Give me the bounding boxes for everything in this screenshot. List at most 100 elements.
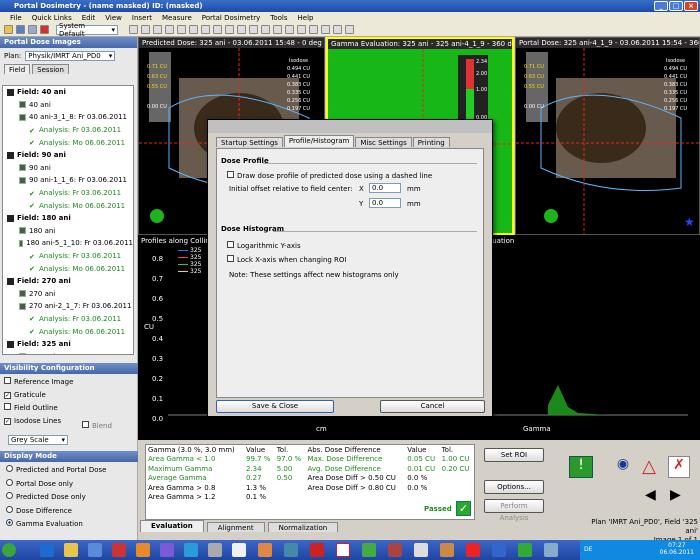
menu-item-quick-links[interactable]: Quick Links — [32, 14, 72, 22]
dashed-profile-checkbox[interactable]: Draw dose profile of predicted dose usin… — [227, 171, 432, 180]
plan-select[interactable]: Physik/IMRT Ani_PD0 ▾ — [25, 51, 116, 61]
tree-analysis-node[interactable]: ✔ Analysis: Mo 06.06.2011 — [3, 136, 133, 149]
roi-icon[interactable] — [189, 25, 198, 34]
tree-analysis-node[interactable]: ✔ Analysis: Fr 03.06.2011 — [3, 250, 133, 263]
workspace-select[interactable]: System Default ▾ — [56, 22, 118, 38]
app-icon[interactable] — [88, 543, 102, 557]
set-roi-button[interactable]: Set ROI — [484, 448, 544, 462]
app-icon[interactable] — [388, 543, 402, 557]
rotate-icon[interactable] — [213, 25, 222, 34]
pencil-icon[interactable] — [273, 25, 282, 34]
perform-analysis-button[interactable]: Perform Analysis — [484, 499, 544, 522]
menu-item-tools[interactable]: Tools — [270, 14, 287, 22]
clock[interactable]: 07:27 06.06.2011 — [660, 542, 694, 556]
next-arrow-icon[interactable]: ▶ — [670, 487, 681, 503]
app-icon[interactable] — [112, 543, 126, 557]
display-mode-radio[interactable]: Gamma Evaluation — [6, 518, 132, 532]
tree-analysis-node[interactable]: ✔ Analysis: Fr 03.06.2011 — [3, 124, 133, 137]
reset-icon[interactable] — [249, 25, 258, 34]
bottom-tab-normalization[interactable]: Normalization — [267, 522, 339, 532]
tree-image-node[interactable]: 40 ani — [3, 99, 133, 112]
eye-icon[interactable]: ◉ — [612, 456, 634, 478]
lock-x-checkbox[interactable]: Lock X-axis when changing ROI — [227, 255, 346, 264]
tree-analysis-node[interactable]: ✔ Analysis: Mo 06.06.2011 — [3, 325, 133, 338]
app-icon[interactable] — [492, 543, 506, 557]
window-level-icon[interactable] — [129, 25, 138, 34]
portal-dose-panel[interactable]: Portal Dose: 325 ani-4_1_9 - 03.06.2011 … — [515, 37, 700, 235]
field-tree[interactable]: Field: 40 ani 40 ani 40 ani-3_1_8: Fr 03.0… — [2, 85, 134, 355]
bottom-tab-evaluation[interactable]: Evaluation — [140, 520, 204, 532]
tree-field-node[interactable]: Field: 40 ani — [3, 86, 133, 99]
blend-checkbox[interactable]: Blend — [82, 421, 112, 430]
approve-icon[interactable]: ! — [569, 456, 593, 478]
crosshair-icon[interactable] — [201, 25, 210, 34]
undo-icon[interactable] — [261, 25, 270, 34]
menu-item-insert[interactable]: Insert — [132, 14, 152, 22]
tree-analysis-node[interactable]: ✔ Analysis: Mo 06.06.2011 — [3, 262, 133, 275]
minimize-button[interactable]: _ — [654, 1, 668, 11]
tree-image-node[interactable]: 90 ani — [3, 162, 133, 175]
x-offset-input[interactable]: 0.0 — [369, 183, 401, 193]
app-icon[interactable] — [336, 543, 350, 557]
app-icon[interactable] — [184, 543, 198, 557]
display-mode-radio[interactable]: Dose Difference — [6, 505, 132, 519]
open-icon[interactable] — [4, 25, 13, 34]
app-icon[interactable] — [362, 543, 376, 557]
profile-icon[interactable] — [177, 25, 186, 34]
line-icon[interactable] — [285, 25, 294, 34]
pan-icon[interactable] — [153, 25, 162, 34]
text-icon[interactable] — [309, 25, 318, 34]
dialog-tab-misc-settings[interactable]: Misc Settings — [355, 137, 412, 147]
tree-image-node[interactable]: 270 ani-2_1_7: Fr 03.06.2011 — [3, 300, 133, 313]
app-icon[interactable] — [136, 543, 150, 557]
tree-analysis-node[interactable]: ✔ Analysis: Fr 03.06.2011 — [3, 313, 133, 326]
options-button[interactable]: Options... — [484, 480, 544, 494]
reject-icon[interactable]: ✗ — [668, 456, 690, 478]
measure-icon[interactable] — [165, 25, 174, 34]
explorer-icon[interactable] — [64, 543, 78, 557]
app-icon[interactable] — [310, 543, 324, 557]
delete-icon[interactable] — [40, 25, 49, 34]
app-icon[interactable] — [258, 543, 272, 557]
app-icon[interactable] — [544, 543, 558, 557]
ellipse-icon[interactable] — [333, 25, 342, 34]
visibility-checkbox-isodose-lines[interactable]: ✓ Isodose Lines — [4, 415, 134, 428]
dialog-tab-profile-histogram[interactable]: Profile/Histogram — [283, 135, 355, 147]
tab-field[interactable]: Field — [4, 64, 31, 74]
tree-analysis-node[interactable]: ✔ Analysis: Fr 03.06.2011 — [3, 187, 133, 200]
menu-item-edit[interactable]: Edit — [82, 14, 96, 22]
warning-icon[interactable]: △ — [638, 456, 660, 478]
print-icon[interactable] — [28, 25, 37, 34]
menu-item-portal-dosimetry[interactable]: Portal Dosimetry — [202, 14, 261, 22]
menu-item-file[interactable]: File — [10, 14, 22, 22]
tree-field-node[interactable]: Field: 180 ani — [3, 212, 133, 225]
polygon-icon[interactable] — [297, 25, 306, 34]
colormap-select[interactable]: Grey Scale ▾ — [8, 435, 68, 445]
tree-image-node[interactable]: 180 ani — [3, 225, 133, 238]
tree-image-node[interactable]: 90 ani-1_1_6: Fr 03.06.2011 — [3, 174, 133, 187]
visibility-checkbox-field-outline[interactable]: Field Outline — [4, 402, 134, 415]
tree-image-node[interactable]: 180 ani-5_1_10: Fr 03.06.2011 — [3, 237, 133, 250]
app-icon[interactable] — [160, 543, 174, 557]
display-mode-radio[interactable]: Portal Dose only — [6, 478, 132, 492]
tree-analysis-node[interactable]: ✔ Analysis: Mo 06.06.2011 — [3, 199, 133, 212]
tree-field-node[interactable]: Field: 270 ani — [3, 275, 133, 288]
app-icon[interactable] — [440, 543, 454, 557]
close-button[interactable]: × — [684, 1, 698, 11]
tree-field-node[interactable]: Field: 90 ani — [3, 149, 133, 162]
maximize-button[interactable]: □ — [669, 1, 683, 11]
start-button[interactable] — [2, 543, 16, 557]
grid-icon[interactable] — [237, 25, 246, 34]
arrow-icon[interactable] — [321, 25, 330, 34]
display-mode-radio[interactable]: Predicted Dose only — [6, 491, 132, 505]
tab-session[interactable]: Session — [32, 64, 69, 74]
app-icon[interactable] — [414, 543, 428, 557]
log-y-checkbox[interactable]: Logarithmic Y-axis — [227, 241, 301, 250]
app-icon[interactable] — [284, 543, 298, 557]
app-icon[interactable] — [208, 543, 222, 557]
flip-icon[interactable] — [225, 25, 234, 34]
dialog-tab-printing[interactable]: Printing — [412, 137, 450, 147]
menu-item-help[interactable]: Help — [298, 14, 314, 22]
app-icon[interactable] — [518, 543, 532, 557]
app-icon[interactable] — [232, 543, 246, 557]
